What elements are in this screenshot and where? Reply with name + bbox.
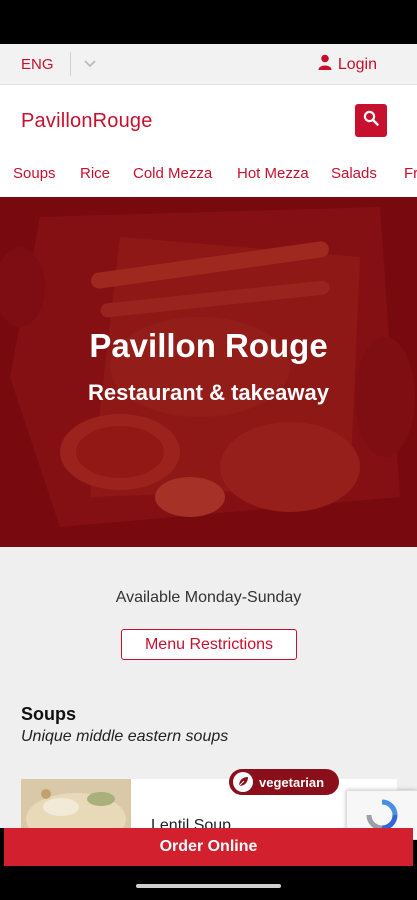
hero-subtitle: Restaurant & takeaway [88, 380, 329, 405]
category-hot-mezza[interactable]: Hot Mezza [237, 165, 309, 182]
divider [69, 52, 71, 76]
brand-logo[interactable]: PavillonRouge [21, 110, 153, 133]
badge-label: vegetarian [259, 774, 325, 790]
language-selector[interactable]: ENG [21, 56, 54, 73]
login-link[interactable]: Login [318, 44, 377, 85]
category-rice[interactable]: Rice [80, 165, 110, 182]
order-online-button[interactable]: Order Online [4, 828, 413, 866]
section-title: Soups [21, 704, 77, 724]
availability-text: Available Monday-Sunday [115, 589, 302, 606]
category-more[interactable]: Fr [404, 165, 417, 182]
top-bar: ENG Login [0, 44, 417, 85]
hero-overlay [0, 197, 417, 547]
user-icon [318, 54, 332, 75]
leaf-icon [233, 772, 253, 792]
category-salads[interactable]: Salads [331, 165, 377, 182]
login-label: Login [337, 55, 377, 73]
category-cold-mezza[interactable]: Cold Mezza [133, 165, 212, 182]
system-nav-bar [0, 866, 417, 900]
chevron-down-icon[interactable] [83, 57, 97, 71]
category-nav: Soups Rice Cold Mezza Hot Mezza Salads F… [0, 157, 417, 197]
search-icon [363, 110, 379, 131]
hero-title: Pavillon Rouge [89, 327, 328, 364]
hero-banner: Pavillon Rouge Restaurant & takeaway [0, 197, 417, 547]
home-indicator[interactable] [136, 884, 281, 888]
menu-restrictions-button[interactable]: Menu Restrictions [121, 629, 297, 660]
section-subtitle: Unique middle eastern soups [21, 728, 229, 745]
status-bar [0, 0, 417, 44]
search-button[interactable] [355, 104, 387, 137]
menu-content: Available Monday-Sunday Menu Restriction… [0, 547, 417, 839]
vegetarian-badge: vegetarian [229, 769, 339, 795]
category-soups[interactable]: Soups [13, 165, 56, 182]
site-header: PavillonRouge [0, 85, 417, 157]
